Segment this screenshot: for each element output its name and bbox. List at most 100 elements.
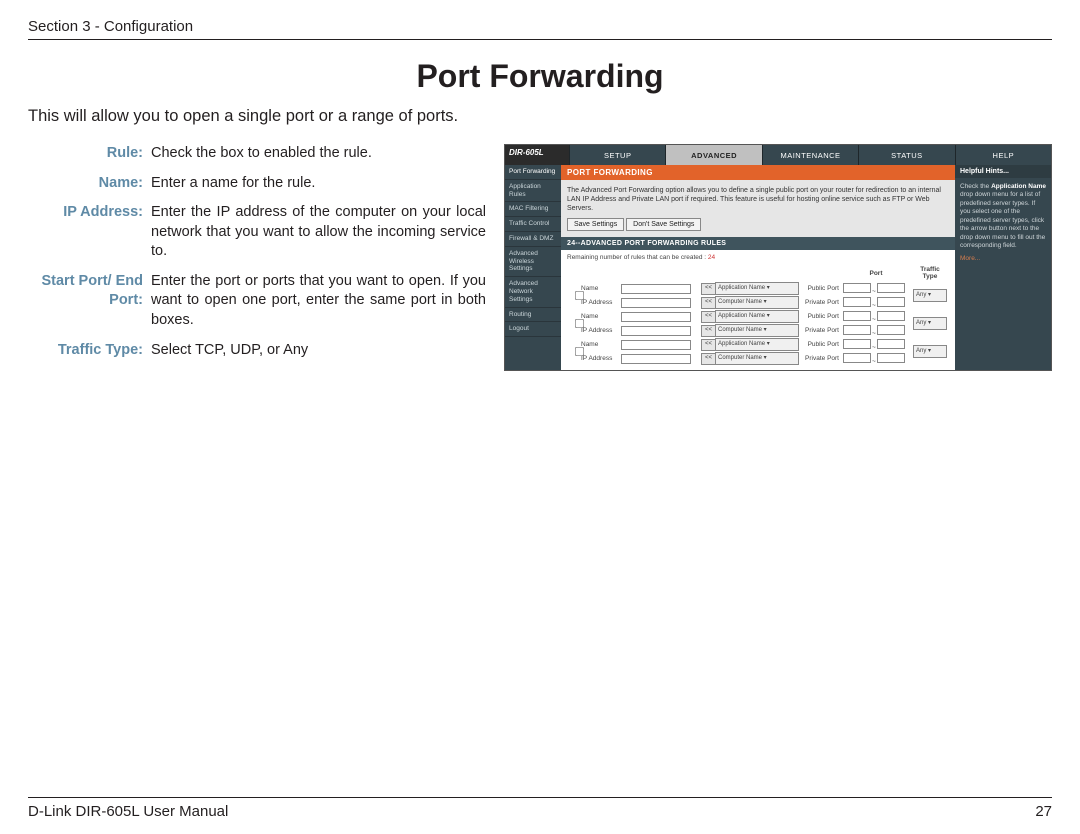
computer-select[interactable]: Computer Name ▾ (715, 324, 799, 337)
col-traffic: Traffic Type (911, 264, 949, 282)
name-input[interactable] (621, 340, 691, 350)
private-port-start[interactable] (843, 325, 871, 335)
public-port-end[interactable] (877, 283, 905, 293)
label-private: Private Port (795, 296, 841, 310)
label-public: Public Port (795, 338, 841, 352)
nav-port-forwarding[interactable]: Port Forwarding (505, 165, 561, 180)
tab-setup[interactable]: SETUP (569, 145, 665, 165)
def-name: Name: Enter a name for the rule. (28, 174, 486, 194)
remaining-rules: Remaining number of rules that can be cr… (567, 254, 949, 261)
nav-mac-filtering[interactable]: MAC Filtering (505, 202, 561, 217)
public-port-end[interactable] (877, 311, 905, 321)
main-panel: PORT FORWARDING The Advanced Port Forwar… (561, 165, 955, 370)
application-select[interactable]: Application Name ▾ (715, 282, 799, 295)
copy-computer-button[interactable]: << (701, 297, 716, 309)
def-ip: IP Address: Enter the IP address of the … (28, 203, 486, 262)
tab-help[interactable]: HELP (955, 145, 1051, 165)
rule-checkbox[interactable] (575, 347, 584, 356)
col-port: Port (841, 264, 911, 282)
def-value-traffic: Select TCP, UDP, or Any (151, 341, 308, 361)
router-screenshot: DIR-605L SETUP ADVANCED MAINTENANCE STAT… (504, 144, 1052, 371)
def-rule: Rule: Check the box to enabled the rule. (28, 144, 486, 164)
def-label-port: Start Port/ End Port: (28, 272, 151, 331)
private-port-end[interactable] (877, 297, 905, 307)
nav-routing[interactable]: Routing (505, 308, 561, 323)
tab-maintenance[interactable]: MAINTENANCE (762, 145, 858, 165)
label-name: Name (579, 282, 619, 296)
public-port-start[interactable] (843, 311, 871, 321)
tab-advanced[interactable]: ADVANCED (665, 145, 761, 165)
nav-traffic-control[interactable]: Traffic Control (505, 217, 561, 232)
computer-select[interactable]: Computer Name ▾ (715, 352, 799, 365)
ip-input[interactable] (621, 326, 691, 336)
traffic-type-select[interactable]: Any ▾ (913, 317, 947, 330)
name-input[interactable] (621, 312, 691, 322)
panel-description-box: The Advanced Port Forwarding option allo… (561, 180, 955, 237)
private-port-end[interactable] (877, 325, 905, 335)
traffic-type-select[interactable]: Any ▾ (913, 345, 947, 358)
hints-more-link[interactable]: More... (960, 255, 1046, 263)
application-select[interactable]: Application Name ▾ (715, 310, 799, 323)
traffic-type-select[interactable]: Any ▾ (913, 289, 947, 302)
public-port-start[interactable] (843, 283, 871, 293)
def-label-rule: Rule: (28, 144, 151, 164)
rules-heading: 24--ADVANCED PORT FORWARDING RULES (561, 237, 955, 250)
ip-input[interactable] (621, 298, 691, 308)
intro-text: This will allow you to open a single por… (28, 107, 1052, 126)
hints-panel: Helpful Hints... Check the Application N… (955, 165, 1051, 370)
def-value-ip: Enter the IP address of the computer on … (151, 203, 486, 262)
label-name: Name (579, 338, 619, 352)
nav-adv-wireless[interactable]: Advanced Wireless Settings (505, 247, 561, 277)
panel-heading: PORT FORWARDING (561, 165, 955, 180)
nav-logout[interactable]: Logout (505, 322, 561, 337)
definition-list: Rule: Check the box to enabled the rule.… (28, 144, 486, 370)
def-label-name: Name: (28, 174, 151, 194)
rule-checkbox[interactable] (575, 291, 584, 300)
cancel-settings-button[interactable]: Don't Save Settings (626, 218, 701, 231)
computer-select[interactable]: Computer Name ▾ (715, 296, 799, 309)
nav-application-rules[interactable]: Application Rules (505, 180, 561, 203)
hints-bold: Application Name (991, 183, 1046, 190)
private-port-end[interactable] (877, 353, 905, 363)
rules-table: Port Traffic Type Name << Application Na… (567, 264, 949, 366)
hints-text-prefix: Check the (960, 183, 991, 190)
hints-heading: Helpful Hints... (955, 165, 1051, 178)
nav-firewall-dmz[interactable]: Firewall & DMZ (505, 232, 561, 247)
save-settings-button[interactable]: Save Settings (567, 218, 624, 231)
label-public: Public Port (795, 282, 841, 296)
public-port-start[interactable] (843, 339, 871, 349)
def-label-ip: IP Address: (28, 203, 151, 262)
application-select[interactable]: Application Name ▾ (715, 338, 799, 351)
label-private: Private Port (795, 324, 841, 338)
ip-input[interactable] (621, 354, 691, 364)
remaining-value: 24 (708, 254, 715, 261)
tab-status[interactable]: STATUS (858, 145, 954, 165)
hints-text-rest: drop down menu for a list of predefined … (960, 191, 1045, 249)
private-port-start[interactable] (843, 353, 871, 363)
page-title: Port Forwarding (28, 58, 1052, 95)
copy-computer-button[interactable]: << (701, 325, 716, 337)
copy-app-button[interactable]: << (701, 339, 716, 351)
public-port-end[interactable] (877, 339, 905, 349)
label-public: Public Port (795, 310, 841, 324)
private-port-start[interactable] (843, 297, 871, 307)
name-input[interactable] (621, 284, 691, 294)
label-ip: IP Address (579, 352, 619, 366)
label-private: Private Port (795, 352, 841, 366)
section-header: Section 3 - Configuration (28, 18, 1052, 40)
panel-description: The Advanced Port Forwarding option allo… (567, 187, 941, 212)
copy-app-button[interactable]: << (701, 311, 716, 323)
def-value-name: Enter a name for the rule. (151, 174, 315, 194)
def-label-traffic: Traffic Type: (28, 341, 151, 361)
label-name: Name (579, 310, 619, 324)
def-value-port: Enter the port or ports that you want to… (151, 272, 486, 331)
left-nav: Port Forwarding Application Rules MAC Fi… (505, 165, 561, 370)
def-value-rule: Check the box to enabled the rule. (151, 144, 372, 164)
model-label: DIR-605L (505, 145, 569, 165)
copy-computer-button[interactable]: << (701, 353, 716, 365)
copy-app-button[interactable]: << (701, 283, 716, 295)
rule-checkbox[interactable] (575, 319, 584, 328)
nav-adv-network[interactable]: Advanced Network Settings (505, 277, 561, 307)
page-footer: D-Link DIR-605L User Manual 27 (28, 797, 1052, 820)
def-port: Start Port/ End Port: Enter the port or … (28, 272, 486, 331)
